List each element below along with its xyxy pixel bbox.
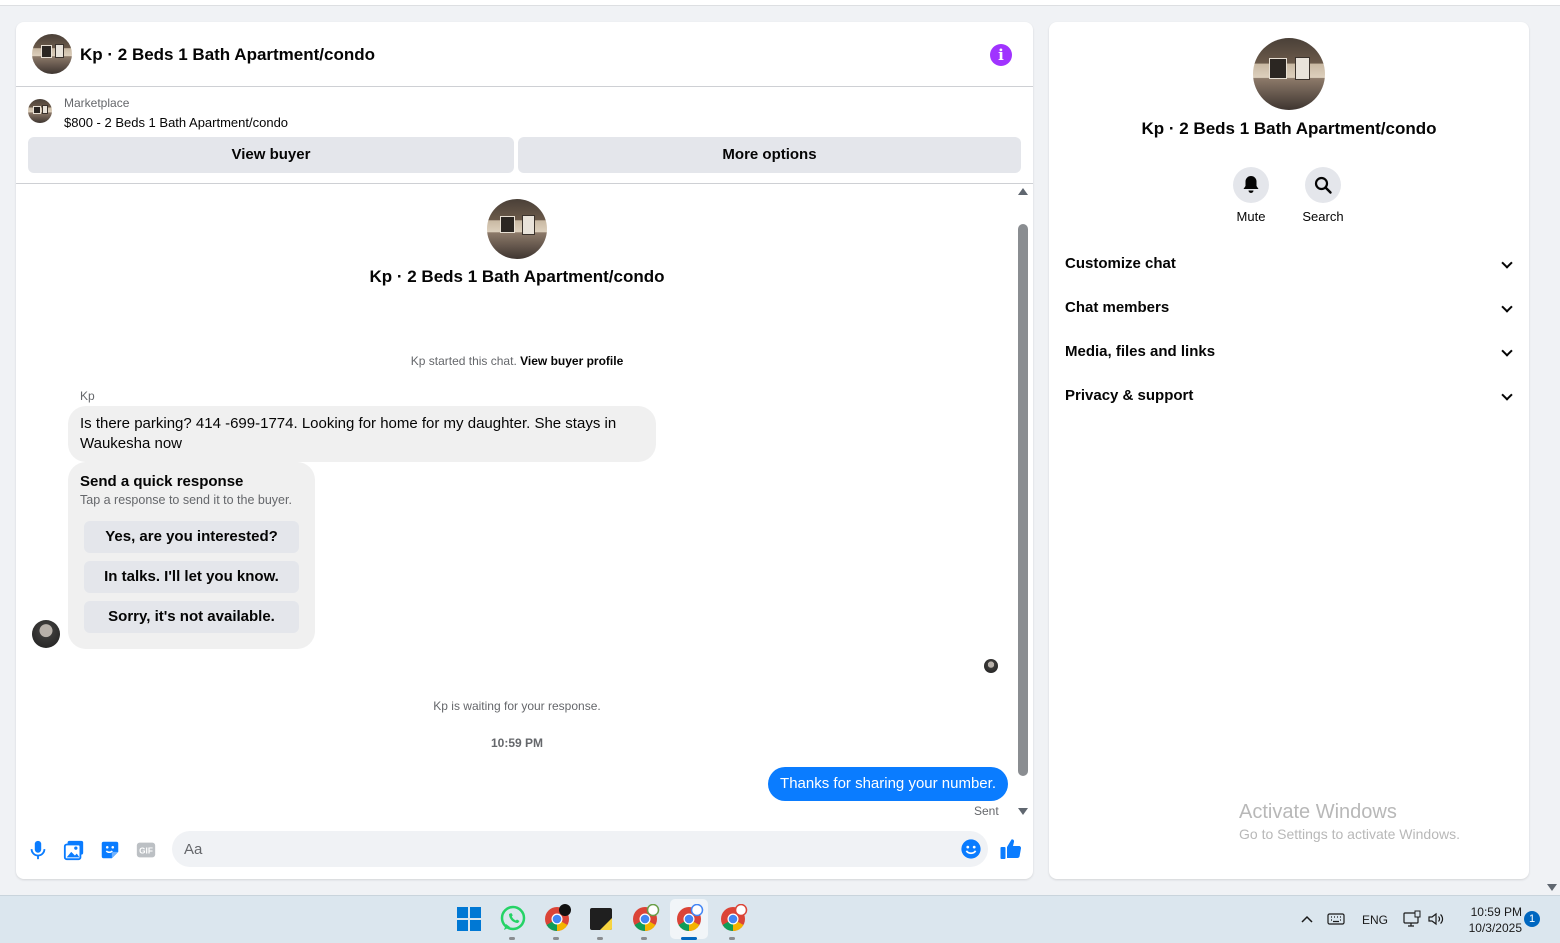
- clock-date: 10/3/2025: [1468, 921, 1522, 935]
- photo-icon[interactable]: [63, 839, 85, 861]
- conversation-title: Kp · 2 Beds 1 Bath Apartment/condo: [369, 267, 665, 286]
- message-composer: [172, 831, 988, 867]
- more-options-button[interactable]: More options: [518, 137, 1021, 173]
- section-label: Customize chat: [1065, 255, 1176, 272]
- running-indicator: [509, 937, 515, 940]
- chat-title[interactable]: Kp · 2 Beds 1 Bath Apartment/condo: [80, 45, 375, 65]
- clock-time: 10:59 PM: [1470, 905, 1522, 919]
- section-label: Media, files and links: [1065, 343, 1216, 360]
- mute-label: Mute: [1236, 209, 1266, 224]
- section-chat-members[interactable]: Chat members: [1065, 290, 1513, 326]
- top-strip: [0, 0, 1560, 6]
- waiting-notice: Kp is waiting for your response.: [433, 699, 601, 713]
- taskbar-chrome-profile-2[interactable]: [630, 903, 660, 940]
- running-indicator: [729, 937, 735, 940]
- sticker-icon[interactable]: [99, 839, 121, 861]
- chevron-up-icon[interactable]: [1300, 913, 1314, 925]
- scroll-up-arrow[interactable]: [1018, 188, 1028, 195]
- details-title: Kp · 2 Beds 1 Bath Apartment/condo: [1141, 119, 1437, 138]
- scroll-down-arrow[interactable]: [1018, 808, 1028, 815]
- running-indicator: [553, 937, 559, 940]
- svg-text:GIF: GIF: [139, 847, 153, 856]
- quick-response-card: Send a quick response Tap a response to …: [68, 462, 315, 649]
- quick-response-option[interactable]: In talks. I'll let you know.: [84, 561, 299, 593]
- section-label: Privacy & support: [1065, 387, 1194, 404]
- quick-response-subtitle: Tap a response to send it to the buyer.: [80, 493, 292, 507]
- message-input[interactable]: [184, 831, 944, 867]
- info-icon[interactable]: i: [990, 44, 1012, 66]
- quick-response-option[interactable]: Yes, are you interested?: [84, 521, 299, 553]
- gif-icon[interactable]: GIF: [135, 839, 157, 861]
- sender-name: Kp: [80, 389, 95, 403]
- view-buyer-button[interactable]: View buyer: [28, 137, 514, 173]
- marketplace-label: Marketplace: [64, 96, 130, 110]
- started-text: Kp started this chat.: [410, 354, 517, 368]
- watermark-subtitle: Go to Settings to activate Windows.: [1239, 826, 1460, 842]
- seen-indicator-avatar: [984, 659, 998, 673]
- listing-avatar[interactable]: [32, 34, 72, 74]
- taskbar-whatsapp[interactable]: [498, 904, 528, 940]
- emoji-icon[interactable]: [960, 838, 982, 860]
- chat-started-notice: Kp started this chat. View buyer profile: [16, 354, 1018, 368]
- marketplace-listing-thumb: [28, 99, 52, 123]
- activate-windows-watermark: Activate Windows Go to Settings to activ…: [1239, 801, 1460, 842]
- running-indicator: [597, 937, 603, 940]
- quick-response-title: Send a quick response: [80, 473, 244, 490]
- chevron-down-icon: [1501, 257, 1513, 269]
- view-buyer-profile-link[interactable]: View buyer profile: [520, 354, 623, 368]
- running-indicator: [641, 937, 647, 940]
- details-avatar: [1253, 38, 1325, 110]
- taskbar-sticky-notes[interactable]: [586, 904, 616, 940]
- divider: [16, 183, 1033, 184]
- taskbar-chrome-active[interactable]: [674, 903, 704, 940]
- chat-details-panel: Kp · 2 Beds 1 Bath Apartment/condo Mute …: [1049, 22, 1529, 879]
- quick-response-option[interactable]: Sorry, it's not available.: [84, 601, 299, 633]
- chat-header: Kp · 2 Beds 1 Bath Apartment/condo i: [16, 22, 1033, 87]
- running-indicator: [681, 937, 697, 940]
- taskbar: ENG 10:59 PM 10/3/2025: [0, 895, 1560, 943]
- notification-badge[interactable]: 1: [1524, 911, 1540, 927]
- chevron-down-icon: [1501, 301, 1513, 313]
- search-button[interactable]: Search: [1288, 167, 1358, 224]
- system-clock[interactable]: 10:59 PM 10/3/2025: [1450, 904, 1522, 936]
- search-label: Search: [1302, 209, 1344, 224]
- keyboard-icon[interactable]: [1327, 912, 1345, 926]
- conversation-avatar: [487, 199, 547, 259]
- listing-title[interactable]: $800 - 2 Beds 1 Bath Apartment/condo: [64, 115, 288, 130]
- taskbar-chrome-profile-3[interactable]: [718, 903, 748, 940]
- outgoing-message: Thanks for sharing your number.: [768, 767, 1008, 801]
- chrome-icon: [721, 903, 748, 931]
- whatsapp-icon: [500, 905, 526, 931]
- language-indicator[interactable]: ENG: [1362, 913, 1388, 943]
- sent-status: Sent: [974, 804, 999, 818]
- sticky-notes-icon: [590, 908, 612, 930]
- section-label: Chat members: [1065, 299, 1170, 316]
- page-scroll-down-arrow[interactable]: [1547, 884, 1557, 891]
- network-icon[interactable]: [1403, 910, 1421, 928]
- volume-icon[interactable]: [1427, 910, 1445, 928]
- thumbs-up-icon[interactable]: [999, 837, 1023, 861]
- taskbar-chrome[interactable]: [542, 904, 572, 940]
- incoming-message: Is there parking? 414 -699-1774. Looking…: [68, 406, 656, 462]
- chat-panel: Kp · 2 Beds 1 Bath Apartment/condo i Mar…: [16, 22, 1033, 879]
- windows-icon: [457, 907, 481, 931]
- section-media-files-links[interactable]: Media, files and links: [1065, 334, 1513, 370]
- mute-button[interactable]: Mute: [1216, 167, 1286, 224]
- chrome-icon: [545, 904, 571, 931]
- chevron-down-icon: [1501, 389, 1513, 401]
- microphone-icon[interactable]: [27, 839, 49, 861]
- sender-avatar[interactable]: [32, 620, 60, 648]
- section-privacy-support[interactable]: Privacy & support: [1065, 378, 1513, 414]
- message-timestamp: 10:59 PM: [490, 736, 544, 750]
- scrollbar-thumb[interactable]: [1018, 224, 1028, 776]
- start-button[interactable]: [454, 904, 484, 934]
- mute-icon: [1233, 167, 1269, 203]
- chrome-icon: [633, 903, 660, 931]
- watermark-title: Activate Windows: [1239, 801, 1397, 823]
- chevron-down-icon: [1501, 345, 1513, 357]
- chrome-icon: [677, 903, 704, 931]
- search-icon: [1305, 167, 1341, 203]
- section-customize-chat[interactable]: Customize chat: [1065, 246, 1513, 282]
